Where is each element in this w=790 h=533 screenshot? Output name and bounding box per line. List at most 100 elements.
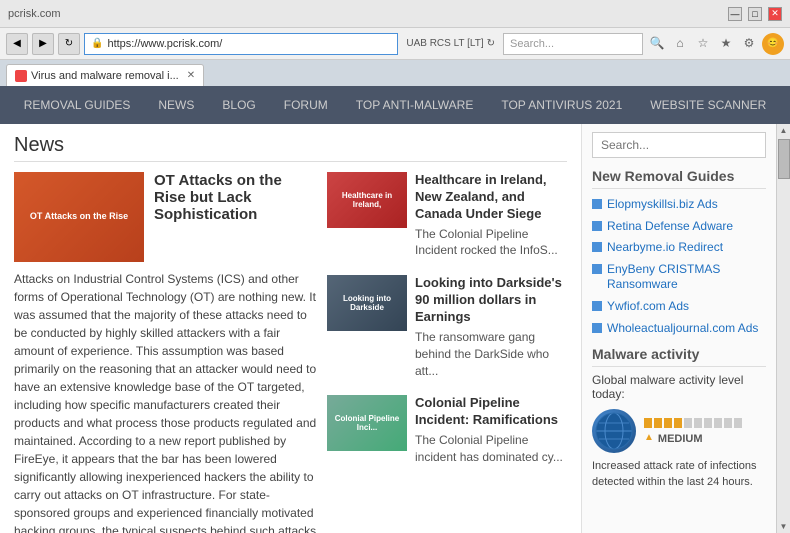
title-bar-left: pcrisk.com [8,8,61,20]
refresh-icon[interactable]: ↻ [487,38,495,49]
malware-section: Malware activity Global malware activity… [592,346,766,490]
bar-9 [724,418,732,428]
guide-anchor-3[interactable]: Nearbyme.io Redirect [607,240,723,256]
guide-bullet-6 [592,323,602,333]
tab-bar: Virus and malware removal i... ✕ [0,60,790,86]
main-article-content: OT Attacks on the Rise but Lack Sophisti… [154,172,317,262]
main-article-title[interactable]: OT Attacks on the Rise but Lack Sophisti… [154,172,317,223]
nav-forum[interactable]: FORUM [284,98,328,112]
guide-link-2: Retina Defense Adware [592,219,766,235]
title-bar: pcrisk.com — □ ✕ [0,0,790,28]
lock-icon: 🔒 [91,38,103,49]
bar-2 [654,418,662,428]
nav-news[interactable]: NEWS [158,98,194,112]
page: REMOVAL GUIDES NEWS BLOG FORUM TOP ANTI-… [0,86,790,533]
star-filled-icon[interactable]: ★ [716,33,736,53]
site-nav: REMOVAL GUIDES NEWS BLOG FORUM TOP ANTI-… [0,86,790,124]
guide-anchor-6[interactable]: Wholeactualjournal.com Ads [607,321,758,337]
scrollbar-up-arrow[interactable]: ▲ [778,124,790,137]
search-icon[interactable]: 🔍 [647,33,667,53]
meter-content: ▲ MEDIUM [644,418,742,445]
removal-guides-title: New Removal Guides [592,168,766,189]
guide-link-1: Elopmyskillsi.biz Ads [592,197,766,213]
address-bar[interactable]: 🔒 https://www.pcrisk.com/ [84,33,398,55]
nav-anti-malware[interactable]: TOP ANTI-MALWARE [356,98,474,112]
guide-link-6: Wholeactualjournal.com Ads [592,321,766,337]
side-articles: Healthcare in Ireland, Healthcare in Ire… [327,172,567,533]
guide-anchor-1[interactable]: Elopmyskillsi.biz Ads [607,197,718,213]
side-desc-2: The ransomware gang behind the DarkSide … [415,329,567,379]
sidebar-search-input[interactable] [592,132,766,158]
nav-icons: 🔍 ⌂ ☆ ★ ⚙ 😊 [647,33,784,55]
meter-bars [644,418,742,428]
forward-button[interactable]: ▶ [32,33,54,55]
guide-link-3: Nearbyme.io Redirect [592,240,766,256]
side-thumb-3: Colonial Pipeline Inci... [327,395,407,451]
side-title-2[interactable]: Looking into Darkside's 90 million dolla… [415,275,567,326]
vertical-scrollbar[interactable]: ▲ ▼ [776,124,790,533]
maximize-button[interactable]: □ [748,7,762,21]
home-icon[interactable]: ⌂ [670,33,690,53]
guide-bullet-4 [592,264,602,274]
side-desc-3: The Colonial Pipeline incident has domin… [415,432,567,466]
tab-label: Virus and malware removal i... [31,70,179,82]
bar-3 [664,418,672,428]
side-thumb-1-text: Healthcare in Ireland, [327,189,407,211]
main-article: OT Attacks on the Rise OT Attacks on the… [14,172,317,533]
guide-anchor-4[interactable]: EnyBeny CRISTMAS Ransomware [607,262,766,293]
tab-favicon [15,70,27,82]
article-layout: OT Attacks on the Rise OT Attacks on the… [14,172,317,262]
side-desc-1: The Colonial Pipeline Incident rocked th… [415,226,567,260]
scrollbar-down-arrow[interactable]: ▼ [778,520,790,533]
main-content: News OT Attacks on the Rise OT Attacks o… [0,124,790,533]
user-icon[interactable]: 😊 [762,33,784,55]
back-button[interactable]: ◀ [6,33,28,55]
guide-link-4: EnyBeny CRISTMAS Ransomware [592,262,766,293]
two-col-layout: OT Attacks on the Rise OT Attacks on the… [14,172,567,533]
nav-blog[interactable]: BLOG [222,98,255,112]
bar-8 [714,418,722,428]
nav-removal-guides[interactable]: REMOVAL GUIDES [24,98,131,112]
nav-scanner[interactable]: WEBSITE SCANNER [650,98,766,112]
nav-info-text: UAB RCS LT [LT] [406,38,483,49]
main-thumb-text: OT Attacks on the Rise [26,207,132,227]
side-thumb-1: Healthcare in Ireland, [327,172,407,228]
malware-desc: Increased attack rate of infections dete… [592,459,766,490]
side-thumb-3-text: Colonial Pipeline Inci... [327,412,407,434]
globe-svg [594,411,634,451]
star-icon[interactable]: ☆ [693,33,713,53]
sidebar: New Removal Guides Elopmyskillsi.biz Ads… [581,124,776,533]
content-area: News OT Attacks on the Rise OT Attacks o… [0,124,581,533]
malware-title: Malware activity [592,346,766,367]
settings-icon[interactable]: ⚙ [739,33,759,53]
guide-anchor-2[interactable]: Retina Defense Adware [607,219,733,235]
nav-antivirus[interactable]: TOP ANTIVIRUS 2021 [501,98,622,112]
active-tab[interactable]: Virus and malware removal i... ✕ [6,64,204,86]
side-title-1[interactable]: Healthcare in Ireland, New Zealand, and … [415,172,567,223]
side-thumb-2: Looking into Darkside [327,275,407,331]
side-content-1: Healthcare in Ireland, New Zealand, and … [415,172,567,259]
search-bar[interactable]: Search... [503,33,643,55]
guide-bullet-2 [592,221,602,231]
close-button[interactable]: ✕ [768,7,782,21]
main-article-thumb: OT Attacks on the Rise [14,172,144,262]
tab-close-button[interactable]: ✕ [187,70,195,81]
guide-anchor-5[interactable]: Ywfiof.com Ads [607,299,689,315]
bar-5 [684,418,692,428]
side-article-2: Looking into Darkside Looking into Darks… [327,275,567,383]
side-title-3[interactable]: Colonial Pipeline Incident: Ramification… [415,395,567,429]
globe-icon [592,409,636,453]
title-bar-controls: — □ ✕ [728,7,782,21]
side-article-1: Healthcare in Ireland, Healthcare in Ire… [327,172,567,263]
url-text: https://www.pcrisk.com/ [107,38,222,50]
side-thumb-2-text: Looking into Darkside [327,292,407,314]
nav-info: UAB RCS LT [LT] ↻ [402,38,499,49]
side-content-3: Colonial Pipeline Incident: Ramification… [415,395,567,465]
bar-1 [644,418,652,428]
scrollbar-thumb[interactable] [778,139,790,179]
side-article-3: Colonial Pipeline Inci... Colonial Pipel… [327,395,567,469]
reload-button[interactable]: ↻ [58,33,80,55]
meter-label-row: ▲ MEDIUM [644,431,742,445]
minimize-button[interactable]: — [728,7,742,21]
meter-arrow: ▲ [644,432,654,443]
